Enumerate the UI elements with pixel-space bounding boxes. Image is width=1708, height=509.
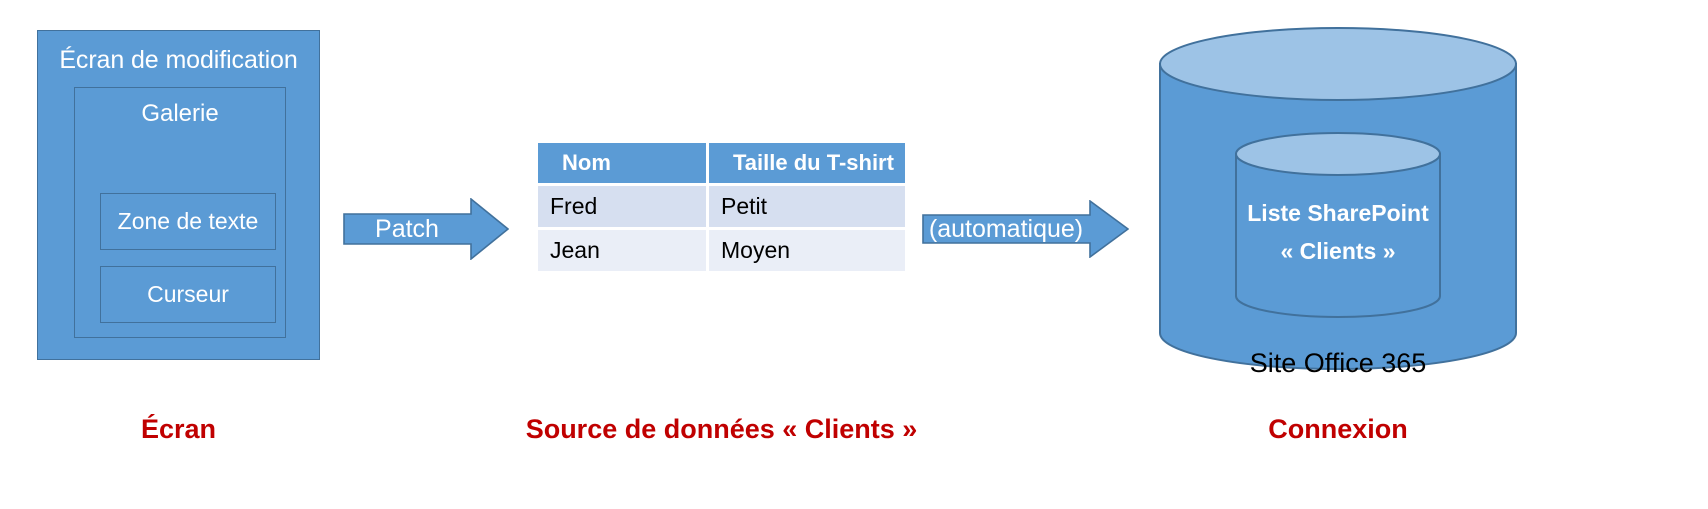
cell-taille: Petit [709, 183, 905, 227]
sharepoint-database-cylinder: Liste SharePoint « Clients » [1158, 26, 1518, 371]
cell-nom: Fred [538, 183, 709, 227]
gallery-title: Galerie [141, 100, 219, 127]
table-row: Jean Moyen [538, 227, 905, 271]
column-header-taille: Taille du T-shirt [709, 143, 905, 183]
diagram-canvas: Écran de modification Galerie Zone de te… [0, 0, 1708, 509]
data-source-table: Nom Taille du T-shirt Fred Petit Jean Mo… [538, 143, 905, 271]
caption-screen: Écran [140, 414, 217, 444]
text-box-label: Zone de texte [117, 208, 259, 234]
table-row: Fred Petit [538, 183, 905, 227]
screen-title: Écran de modification [59, 46, 298, 74]
table-header-row: Nom Taille du T-shirt [538, 143, 905, 183]
screen-panel: Écran de modification Galerie Zone de te… [37, 30, 320, 360]
patch-arrow: Patch [343, 198, 509, 260]
cursor-label: Curseur [147, 281, 229, 307]
database-cylinder-icon [1159, 27, 1517, 370]
cursor-control: Curseur [100, 266, 276, 323]
automatic-arrow-label: (automatique) [928, 214, 1084, 243]
text-box-control: Zone de texte [100, 193, 276, 250]
column-header-nom: Nom [538, 143, 709, 183]
automatic-arrow: (automatique) [922, 200, 1129, 258]
site-office-label: Site Office 365 [1249, 348, 1427, 378]
cell-nom: Jean [538, 227, 709, 271]
caption-connection: Connexion [1268, 414, 1408, 444]
gallery-box: Galerie Zone de texte Curseur [74, 87, 286, 338]
cell-taille: Moyen [709, 227, 905, 271]
caption-data-source: Source de données « Clients » [525, 414, 918, 444]
patch-arrow-label: Patch [375, 214, 439, 243]
